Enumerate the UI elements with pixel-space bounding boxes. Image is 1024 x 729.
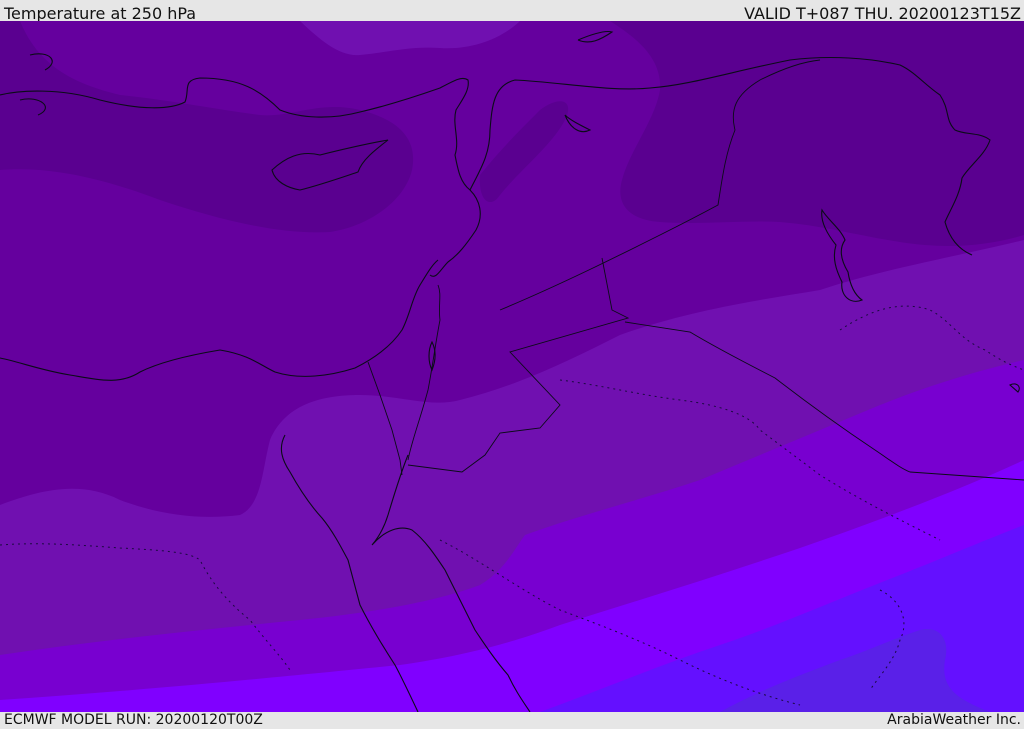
map-canvas bbox=[0, 21, 1024, 712]
band-darkest-northeast bbox=[610, 21, 1024, 246]
header-bar: Temperature at 250 hPa VALID T+087 THU. … bbox=[0, 0, 1024, 23]
temperature-map[interactable] bbox=[0, 21, 1024, 712]
footer-bar: ECMWF MODEL RUN: 20200120T00Z ArabiaWeat… bbox=[0, 712, 1024, 729]
credit: ArabiaWeather Inc. bbox=[887, 712, 1021, 728]
model-run: ECMWF MODEL RUN: 20200120T00Z bbox=[4, 712, 263, 728]
